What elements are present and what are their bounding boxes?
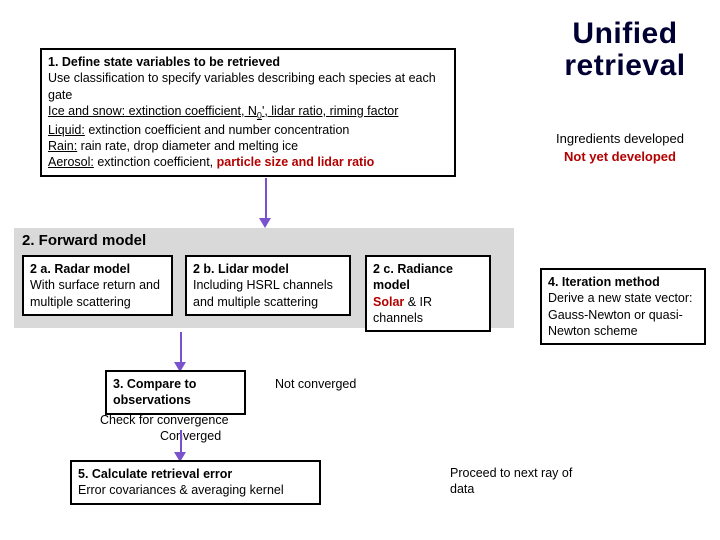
- step2b-body: Including HSRL channels and multiple sca…: [193, 277, 343, 310]
- step1-rain: Rain: rain rate, drop diameter and melti…: [48, 138, 448, 154]
- status-legend: Ingredients developed Not yet developed: [540, 130, 700, 166]
- ice-riming: riming factor: [330, 104, 399, 118]
- arrow-icon: [180, 332, 182, 362]
- title-line2: retrieval: [540, 50, 710, 82]
- step2c-box: 2 c. Radiance model Solar & IR channels: [365, 255, 491, 332]
- step4-body: Derive a new state vector: Gauss-Newton …: [548, 290, 698, 339]
- ice-label: Ice and snow:: [48, 104, 125, 118]
- title-line1: Unified: [540, 18, 710, 50]
- step1-ice: Ice and snow: extinction coefficient, N0…: [48, 103, 448, 122]
- step2a-box: 2 a. Radar model With surface return and…: [22, 255, 173, 316]
- step5-box: 5. Calculate retrieval error Error covar…: [70, 460, 321, 505]
- arrow-icon: [180, 430, 182, 452]
- liquid-rest: extinction coefficient and number concen…: [85, 123, 350, 137]
- step5-title: 5. Calculate retrieval error: [78, 466, 313, 482]
- step2b-title: 2 b. Lidar model: [193, 261, 343, 277]
- aerosol-red: particle size and lidar ratio: [217, 155, 375, 169]
- step1-liquid: Liquid: extinction coefficient and numbe…: [48, 122, 448, 138]
- liquid-label: Liquid:: [48, 123, 85, 137]
- step1-line1: Use classification to specify variables …: [48, 70, 448, 103]
- rain-rest: rain rate, drop diameter: [77, 139, 214, 153]
- arrow-icon: [265, 178, 267, 218]
- rain-melt: and melting ice: [214, 139, 298, 153]
- status-developed: Ingredients developed: [540, 130, 700, 148]
- status-notyet: Not yet developed: [540, 148, 700, 166]
- step3-title: 3. Compare to observations: [113, 376, 238, 409]
- step2c-body: Solar & IR channels: [373, 294, 483, 327]
- step2b-box: 2 b. Lidar model Including HSRL channels…: [185, 255, 351, 316]
- step2a-title: 2 a. Radar model: [30, 261, 165, 277]
- proceed-text: Proceed to next ray of data: [450, 465, 600, 498]
- step2c-title: 2 c. Radiance model: [373, 261, 483, 294]
- step4-title: 4. Iteration method: [548, 274, 698, 290]
- step1-aerosol: Aerosol: extinction coefficient, particl…: [48, 154, 448, 170]
- step1-title: 1. Define state variables to be retrieve…: [48, 54, 448, 70]
- step5-body: Error covariances & averaging kernel: [78, 482, 313, 498]
- step2a-body: With surface return and multiple scatter…: [30, 277, 165, 310]
- step3-check: Check for convergence: [100, 412, 229, 428]
- rain-label: Rain:: [48, 139, 77, 153]
- step3-notconv: Not converged: [275, 376, 356, 392]
- aerosol-label: Aerosol:: [48, 155, 94, 169]
- step3-converged: Converged: [160, 428, 221, 444]
- ice-rest1: extinction coefficient, N: [125, 104, 257, 118]
- ice-rest2: ', lidar ratio,: [262, 104, 330, 118]
- page-title: Unified retrieval: [540, 18, 710, 81]
- step4-box: 4. Iteration method Derive a new state v…: [540, 268, 706, 345]
- aerosol-rest: extinction coefficient,: [94, 155, 217, 169]
- step2c-solar: Solar: [373, 295, 404, 309]
- forward-header: 2. Forward model: [22, 232, 146, 249]
- step3-box: 3. Compare to observations: [105, 370, 246, 415]
- step1-box: 1. Define state variables to be retrieve…: [40, 48, 456, 177]
